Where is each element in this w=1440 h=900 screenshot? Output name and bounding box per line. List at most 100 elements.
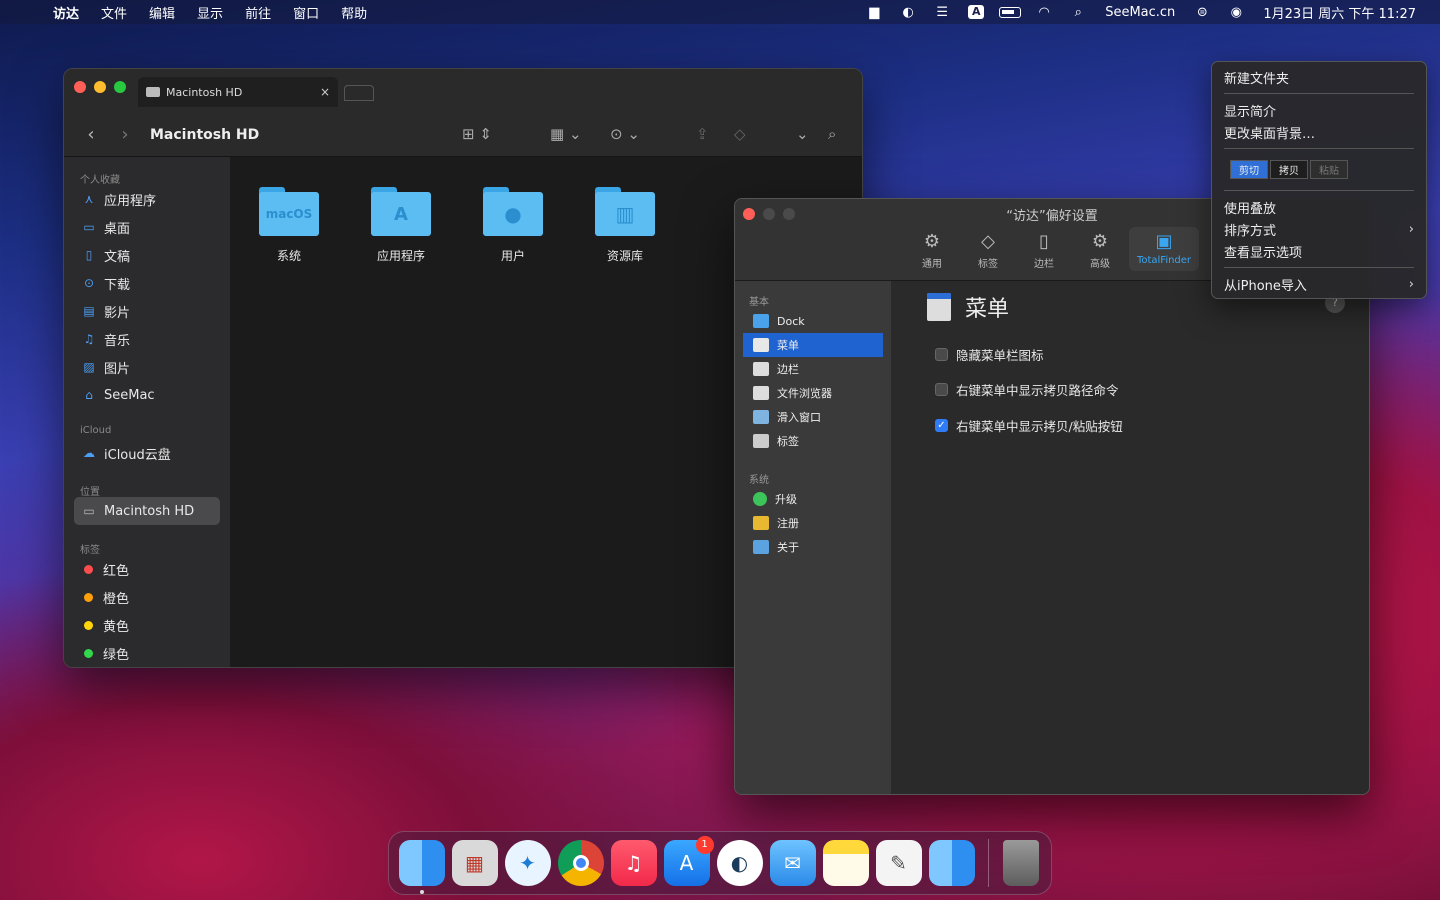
chevron-down-icon[interactable]: ⌄ [796, 125, 809, 143]
safari-icon[interactable]: ✦ [504, 840, 551, 886]
menu-item-use-stacks[interactable]: 使用叠放 [1212, 196, 1426, 218]
minimize-button[interactable] [94, 81, 106, 93]
tag-icon [753, 434, 769, 448]
menu-edit[interactable]: 编辑 [138, 3, 186, 22]
pref-item-upgrade[interactable]: 升级 [743, 487, 883, 511]
pref-item-about[interactable]: 关于 [743, 535, 883, 559]
sidebar-item-music[interactable]: ♫ 音乐 [64, 325, 230, 353]
menu-separator [1224, 148, 1414, 149]
sidebar-item-applications[interactable]: ⋏ 应用程序 [64, 185, 230, 213]
menu-help[interactable]: 帮助 [330, 3, 378, 22]
sidebar-item-documents[interactable]: ▯ 文稿 [64, 241, 230, 269]
app-store-icon[interactable]: A1 [663, 836, 714, 886]
menu-file[interactable]: 文件 [90, 3, 138, 22]
tab-general[interactable]: ⚙ 通用 [907, 231, 957, 270]
finder-dock-icon[interactable] [398, 840, 445, 894]
gear-icon: ⚙ [923, 231, 941, 252]
launchpad-icon[interactable]: ▦ [451, 840, 498, 886]
tab-tags[interactable]: ◇ 标签 [963, 231, 1013, 270]
folder-applications[interactable]: A 应用程序 [356, 187, 446, 264]
close-button[interactable] [74, 81, 86, 93]
finder-alt-dock-icon[interactable] [928, 840, 975, 886]
menu-item-new-folder[interactable]: 新建文件夹 [1212, 66, 1426, 88]
sidebar-item-icloud-drive[interactable]: ☁ iCloud云盘 [64, 439, 230, 467]
sidebar-item-pictures[interactable]: ▨ 图片 [64, 353, 230, 381]
menu-go[interactable]: 前往 [234, 3, 282, 22]
more-actions-icon[interactable]: ⊙ ⌄ [610, 125, 640, 143]
pref-item-dock[interactable]: Dock [743, 309, 883, 333]
notes-icon[interactable] [822, 840, 869, 886]
folder-library[interactable]: ▥ 资源库 [580, 187, 670, 264]
pref-item-file-browser[interactable]: 文件浏览器 [743, 381, 883, 405]
trash-icon[interactable] [1002, 840, 1039, 886]
forward-icon[interactable]: › [108, 124, 142, 145]
option-hide-menubar-icon[interactable]: 隐藏菜单栏图标 [935, 345, 1044, 364]
toggle-status-icon[interactable]: ☰ [925, 0, 959, 24]
preferences-sidebar: 基本 Dock 菜单 边栏 文件浏览器 滑入窗口 标签 系统 升级 注册 关于 [735, 281, 891, 794]
tab-totalfinder[interactable]: ▣ TotalFinder [1129, 227, 1199, 271]
pref-item-sidebar[interactable]: 边栏 [743, 357, 883, 381]
app-status-icon[interactable]: ◐ [891, 0, 925, 24]
zoom-button[interactable] [114, 81, 126, 93]
pref-item-tags[interactable]: 标签 [743, 429, 883, 453]
menu-view[interactable]: 显示 [186, 3, 234, 22]
textedit-icon[interactable]: ✎ [875, 840, 922, 886]
sidebar-item-movies[interactable]: ▤ 影片 [64, 297, 230, 325]
pref-item-register[interactable]: 注册 [743, 511, 883, 535]
menu-item-get-info[interactable]: 显示简介 [1212, 99, 1426, 121]
group-icon[interactable]: ▦ ⌄ [550, 125, 582, 143]
finder-tab[interactable]: Macintosh HD × [138, 77, 338, 107]
input-method-icon[interactable]: A [959, 0, 993, 24]
checkbox[interactable] [935, 383, 948, 396]
mail-icon[interactable]: ✉ [769, 840, 816, 886]
folder-status-icon[interactable]: ▆ [857, 0, 891, 24]
menu-item-import-iphone[interactable]: 从iPhone导入 › [1212, 273, 1426, 295]
tags-header: 标签 [80, 545, 100, 556]
sidebar-item-tag-orange[interactable]: 橙色 [64, 583, 230, 611]
view-mode-icon[interactable]: ⊞ ⇕ [462, 125, 492, 143]
sidebar-item-macintosh-hd[interactable]: ▭ Macintosh HD [74, 497, 220, 525]
tag-icon[interactable]: ◇ [734, 125, 746, 143]
tab-close-icon[interactable]: × [320, 85, 330, 99]
sidebar-item-desktop[interactable]: ▭ 桌面 [64, 213, 230, 241]
chrome-icon[interactable] [557, 840, 604, 886]
option-copy-path[interactable]: 右键菜单中显示拷贝路径命令 [935, 380, 1119, 399]
sidebar-item-tag-green[interactable]: 绿色 [64, 639, 230, 667]
folder-system[interactable]: macOS 系统 [244, 187, 334, 264]
clock[interactable]: 1月23日 周六 下午 11:27 [1253, 3, 1426, 22]
wifi-icon[interactable]: ◠ [1027, 0, 1061, 24]
document-icon: ▯ [85, 248, 93, 262]
menu-window[interactable]: 窗口 [282, 3, 330, 22]
control-center-icon[interactable]: ⊜ [1185, 0, 1219, 24]
spotlight-search-icon[interactable]: ⌕ [1061, 0, 1095, 24]
menu-item-view-options[interactable]: 查看显示选项 [1212, 240, 1426, 262]
sidebar-item-downloads[interactable]: ⊙ 下载 [64, 269, 230, 297]
menu-app-name[interactable]: 访达 [42, 3, 90, 22]
music-icon[interactable]: ♫ [610, 840, 657, 886]
pref-item-menu[interactable]: 菜单 [743, 333, 883, 357]
folder-users[interactable]: ● 用户 [468, 187, 558, 264]
app-icon[interactable]: ◐ [716, 840, 763, 886]
pref-item-visor[interactable]: 滑入窗口 [743, 405, 883, 429]
menu-item-sort-by[interactable]: 排序方式 › [1212, 218, 1426, 240]
siri-icon[interactable]: ◉ [1219, 0, 1253, 24]
checkbox[interactable] [935, 348, 948, 361]
menu-item-change-background[interactable]: 更改桌面背景… [1212, 121, 1426, 143]
battery-icon[interactable] [993, 0, 1027, 24]
share-icon[interactable]: ⇪ [696, 125, 709, 143]
search-icon[interactable]: ⌕ [828, 125, 836, 143]
copy-button[interactable]: 拷贝 [1270, 160, 1308, 179]
new-tab-button[interactable] [344, 85, 374, 101]
sidebar-item-tag-yellow[interactable]: 黄色 [64, 611, 230, 639]
dock-separator [988, 839, 989, 887]
checkbox-checked[interactable]: ✓ [935, 419, 948, 432]
tab-sidebar[interactable]: ▯ 边栏 [1019, 231, 1069, 270]
paste-button[interactable]: 粘贴 [1310, 160, 1348, 179]
back-icon[interactable]: ‹ [74, 124, 108, 145]
sidebar-item-seemac[interactable]: ⌂ SeeMac [64, 381, 230, 409]
tab-advanced[interactable]: ⚙ 高级 [1075, 231, 1125, 270]
cut-button[interactable]: 剪切 [1230, 160, 1268, 179]
sidebar-item-tag-red[interactable]: 红色 [64, 555, 230, 583]
option-copy-paste-buttons[interactable]: ✓ 右键菜单中显示拷贝/粘贴按钮 [935, 416, 1123, 435]
favorites-header: 个人收藏 [80, 175, 120, 186]
